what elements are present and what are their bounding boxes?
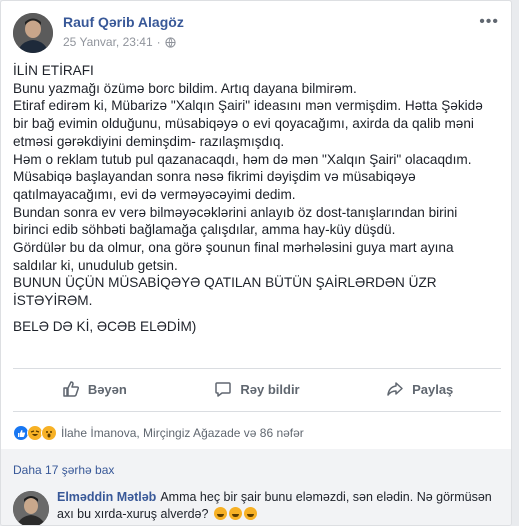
- share-button[interactable]: Paylaş: [338, 371, 501, 407]
- post-line: Müsabiqə başlayandan sonra nəsə fikrimi …: [13, 169, 416, 185]
- post-line: Bunu yazmağı özümə borc bildim. Artıq da…: [13, 80, 357, 96]
- reaction-icons: [13, 425, 57, 441]
- author-avatar[interactable]: [13, 13, 53, 53]
- globe-icon: [165, 36, 176, 48]
- like-button[interactable]: Bəyən: [13, 371, 176, 407]
- comment-bubble: Elməddin Mətləb Amma heç bir şair bunu el…: [57, 489, 499, 522]
- post-line: BELƏ DƏ Kİ, ƏCƏB ELƏDİM): [13, 318, 197, 334]
- post-line: etməsi gərəkdiyini deminşdim- razılaşmış…: [13, 133, 285, 149]
- post-date[interactable]: 25 Yanvar, 23:41: [63, 35, 153, 49]
- commenter-name[interactable]: Elməddin Mətləb: [57, 490, 156, 504]
- post-line: qatılmayacağımı, evi də verməyəcəyimi de…: [13, 186, 296, 202]
- post-line: Bundan sonra ev verə bilməyəcəklərini an…: [13, 204, 458, 220]
- share-icon: [387, 382, 403, 396]
- post-line: saldılar ki, unudulub getsin.: [13, 257, 178, 273]
- wow-reaction-icon: [41, 425, 57, 441]
- comments-section: Daha 17 şərhə bax Elməddin Mətləb Amma he…: [1, 449, 511, 525]
- smile-emoji-icon: [243, 506, 257, 520]
- author-name[interactable]: Rauf Qərib Alagöz: [63, 14, 184, 30]
- commenter-avatar[interactable]: [13, 491, 49, 525]
- share-label: Paylaş: [412, 381, 454, 397]
- divider: [13, 368, 501, 369]
- more-options-icon[interactable]: •••: [479, 14, 499, 30]
- comment-icon: [215, 382, 232, 397]
- like-label: Bəyən: [87, 381, 127, 397]
- post-line: İLİN ETİRAFI: [13, 63, 94, 78]
- post-text: İLİN ETİRAFI Bunu yazmağı özümə borc bil…: [13, 62, 503, 336]
- reactions-summary[interactable]: İlahe İmanova, Mirçingiz Ağazade və 86 n…: [13, 422, 304, 444]
- view-more-comments-link[interactable]: Daha 17 şərhə bax: [13, 463, 114, 477]
- post-line: bir bağ evimin olduğunu, müsabiqəyə o ev…: [13, 116, 474, 132]
- divider: [13, 411, 501, 412]
- post-card: Rauf Qərib Alagöz 25 Yanvar, 23:41 · •••…: [0, 0, 512, 526]
- post-line: Gördülər bu da olmur, ona görə şounun fi…: [13, 240, 454, 256]
- post-line: Həm o reklam tutub pul qazanacaqdı, həm …: [13, 151, 472, 167]
- post-line: İSTƏYİRƏM.: [13, 293, 93, 309]
- reactors-text[interactable]: İlahe İmanova, Mirçingiz Ağazade və 86 n…: [61, 426, 304, 440]
- post-header: Rauf Qərib Alagöz 25 Yanvar, 23:41 · •••: [13, 11, 503, 55]
- action-bar: Bəyən Rəy bildir Paylaş: [13, 371, 501, 407]
- laughing-emoji-icon: [228, 506, 242, 520]
- post-line: Etiraf edirəm ki, Mübarizə "Xalqın Şairi…: [13, 98, 483, 114]
- post-line: BUNUN ÜÇÜN MÜSABİQƏYƏ QATILAN BÜTÜN ŞAİR…: [13, 275, 437, 291]
- comment-button[interactable]: Rəy bildir: [176, 371, 339, 407]
- thumbs-up-icon: [63, 381, 79, 397]
- post-meta: 25 Yanvar, 23:41 ·: [63, 35, 176, 49]
- post-line: birinci edib söhbəti bağlamağa çalışdıla…: [13, 222, 396, 238]
- laughing-emoji-icon: [213, 506, 227, 520]
- comment-label: Rəy bildir: [240, 381, 300, 397]
